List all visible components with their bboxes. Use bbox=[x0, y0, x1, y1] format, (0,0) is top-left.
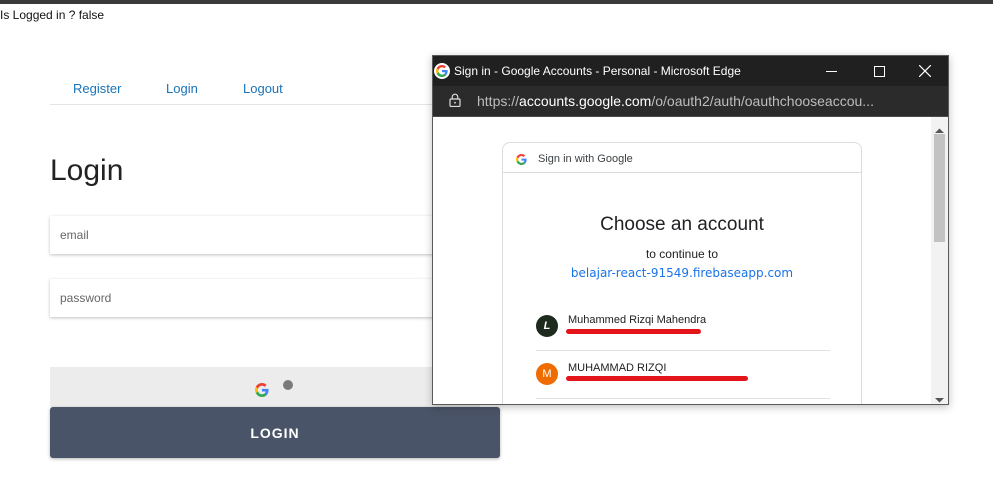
google-icon bbox=[434, 63, 450, 79]
continue-to-text: to continue to bbox=[645, 247, 719, 261]
avatar: M bbox=[536, 363, 558, 385]
popup-content: Sign in with Google Choose an account to… bbox=[433, 117, 931, 404]
login-button[interactable]: LOGIN bbox=[50, 407, 500, 458]
choose-account-heading: Choose an account bbox=[600, 214, 764, 235]
google-sign-in-button[interactable] bbox=[50, 367, 480, 407]
edge-popup-window: Sign in - Google Accounts - Personal - M… bbox=[432, 55, 949, 405]
nav-register-link[interactable]: Register bbox=[73, 81, 121, 96]
card-header: Sign in with Google bbox=[503, 143, 861, 173]
lock-icon bbox=[449, 93, 461, 112]
redaction-mark bbox=[566, 329, 701, 334]
account-name: MUHAMMAD RIZQI bbox=[568, 362, 667, 374]
password-field[interactable] bbox=[50, 279, 480, 317]
redaction-mark bbox=[566, 376, 748, 381]
minimize-button[interactable] bbox=[808, 56, 854, 86]
maximize-icon bbox=[873, 65, 885, 77]
url-path: /o/oauth2/auth/oauthchooseaccou... bbox=[651, 93, 874, 109]
window-title: Sign in - Google Accounts - Personal - M… bbox=[454, 64, 741, 78]
close-icon bbox=[919, 65, 931, 77]
account-item[interactable]: L Muhammed Rizqi Mahendra bbox=[536, 303, 830, 351]
app-name-link[interactable]: belajar-react-91549.firebaseapp.com bbox=[503, 266, 861, 280]
scrollbar[interactable] bbox=[931, 117, 948, 404]
avatar: L bbox=[536, 315, 558, 337]
google-icon bbox=[516, 152, 527, 170]
scrollbar-thumb[interactable] bbox=[934, 134, 945, 242]
url-text: https://accounts.google.com/o/oauth2/aut… bbox=[477, 93, 927, 109]
minimize-icon bbox=[825, 70, 837, 72]
top-border bbox=[0, 0, 993, 4]
nav-logout-link[interactable]: Logout bbox=[243, 81, 283, 96]
url-host: accounts.google.com bbox=[519, 93, 652, 109]
login-status-text: Is Logged in ? false bbox=[0, 8, 105, 22]
page-title: Login bbox=[50, 154, 124, 187]
account-name: Muhammed Rizqi Mahendra bbox=[568, 314, 707, 326]
nav-login-link[interactable]: Login bbox=[166, 81, 198, 96]
card-header-label: Sign in with Google bbox=[538, 153, 633, 165]
google-icon bbox=[255, 383, 269, 402]
window-titlebar[interactable]: Sign in - Google Accounts - Personal - M… bbox=[433, 56, 948, 86]
close-button[interactable] bbox=[902, 56, 948, 86]
maximize-button[interactable] bbox=[856, 56, 902, 86]
scroll-down-icon[interactable] bbox=[935, 390, 944, 404]
loading-dot-icon bbox=[283, 380, 293, 390]
account-item[interactable]: M MUHAMMAD RIZQI bbox=[536, 351, 830, 399]
account-chooser-card: Sign in with Google Choose an account to… bbox=[502, 142, 862, 404]
address-bar[interactable]: https://accounts.google.com/o/oauth2/aut… bbox=[433, 86, 948, 117]
nav-bar: Register Login Logout bbox=[50, 74, 493, 105]
email-field[interactable] bbox=[50, 216, 480, 254]
url-prefix: https:// bbox=[477, 93, 520, 109]
